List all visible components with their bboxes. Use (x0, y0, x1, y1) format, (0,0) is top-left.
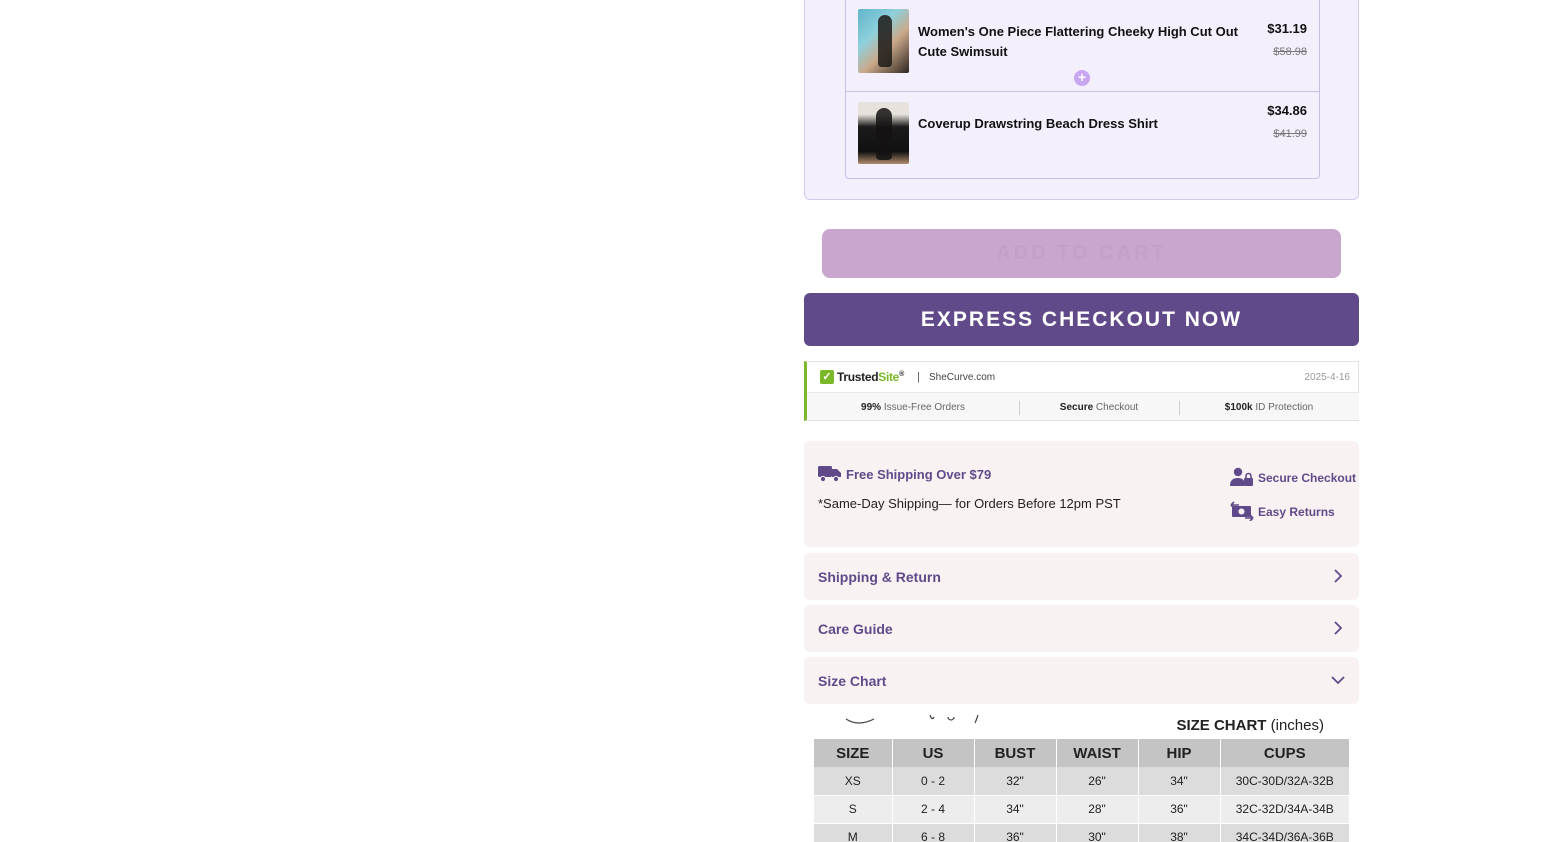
table-cell: 34" (1138, 767, 1221, 796)
trustedsite-header: ✓ TrustedSite® | SheCurve.com 2025-4-16 (807, 362, 1359, 393)
accordion-care-guide[interactable]: Care Guide (804, 605, 1359, 652)
column-header: US (892, 739, 975, 767)
express-checkout-button[interactable]: EXPRESS CHECKOUT NOW (804, 293, 1359, 346)
table-cell: 34C-34D/36A-36B (1220, 823, 1349, 842)
bundle-box: Women's One Piece Flattering Cheeky High… (804, 0, 1359, 200)
table-cell: 32C-32D/34A-34B (1220, 795, 1349, 824)
table-cell: 28" (1056, 795, 1139, 824)
easy-returns-label: Easy Returns (1258, 505, 1335, 519)
size-chart-heading: SIZE CHART (inches) (1176, 717, 1324, 734)
trustedsite-logo: TrustedSite® (837, 370, 904, 384)
table-row: M 6 - 8 36" 30" 38" 34C-34D/36A-36B (814, 823, 1349, 842)
accordion-label: Care Guide (818, 621, 893, 637)
accordion-shipping-return[interactable]: Shipping & Return (804, 553, 1359, 600)
table-cell: 30C-30D/32A-32B (1220, 767, 1349, 796)
chevron-right-icon (1334, 569, 1343, 583)
size-chart-image: SIZE CHART (inches) SIZE US BUST WAIST H… (804, 711, 1359, 842)
column-header: WAIST (1056, 739, 1139, 767)
trustedsite-date: 2025-4-16 (1304, 372, 1350, 383)
free-shipping-title: Free Shipping Over $79 (846, 467, 992, 482)
trustedsite-badges: 99% Issue-Free Orders Secure Checkout $1… (807, 393, 1359, 420)
table-header-row: SIZE US BUST WAIST HIP CUPS (814, 739, 1349, 767)
table-cell: 36" (1138, 795, 1221, 824)
accordion-size-chart[interactable]: Size Chart (804, 657, 1359, 704)
shipping-info-box: Free Shipping Over $79 *Same-Day Shippin… (804, 441, 1359, 547)
badge-secure-checkout: Secure Checkout (1019, 402, 1179, 413)
table-cell: 34" (974, 795, 1057, 824)
plus-icon: + (1072, 68, 1092, 88)
badge-strong: 99% (861, 402, 882, 413)
bundle-item-price: $31.19 (1267, 21, 1307, 36)
swimsuit-thumbnail[interactable] (858, 9, 909, 73)
table-cell: 32" (974, 767, 1057, 796)
table-cell: 0 - 2 (892, 767, 975, 796)
badge-issue-free: 99% Issue-Free Orders (807, 402, 1019, 413)
bundle-item-name[interactable]: Women's One Piece Flattering Cheeky High… (918, 22, 1238, 62)
chevron-right-icon (1334, 621, 1343, 635)
bundle-item-name[interactable]: Coverup Drawstring Beach Dress Shirt (918, 114, 1238, 134)
accordion-label: Size Chart (818, 673, 887, 689)
bundle-item-price: $34.86 (1267, 103, 1307, 118)
column-header: CUPS (1220, 739, 1349, 767)
truck-icon (818, 466, 841, 482)
bundle-list: Women's One Piece Flattering Cheeky High… (845, 0, 1320, 179)
dress-shirt-thumbnail[interactable] (858, 102, 909, 164)
separator: | (917, 371, 920, 383)
brand-script-decoration (845, 714, 979, 724)
bundle-item-old-price: $41.99 (1273, 128, 1307, 140)
column-header: HIP (1138, 739, 1221, 767)
table-cell: 26" (1056, 767, 1139, 796)
size-chart-title: SIZE CHART (1176, 717, 1267, 734)
table-cell: 36" (974, 823, 1057, 842)
badge-text: Checkout (1093, 402, 1139, 413)
table-cell: S (814, 795, 893, 824)
trustedsite-domain: SheCurve.com (929, 372, 996, 383)
badge-strong: Secure (1059, 402, 1094, 413)
chevron-down-icon (1331, 676, 1345, 685)
bundle-item[interactable]: Coverup Drawstring Beach Dress Shirt $34… (846, 92, 1319, 183)
column-header: SIZE (814, 739, 893, 767)
trustedsite-logo-mark: ® (899, 371, 904, 378)
table-cell: 30" (1056, 823, 1139, 842)
badge-strong: $100k (1224, 402, 1253, 413)
add-to-cart-button[interactable]: ADD TO CART (822, 229, 1341, 278)
trustedsite-logo-trusted: Trusted (837, 370, 879, 384)
column-header: BUST (974, 739, 1057, 767)
trustedsite-badge-bar[interactable]: ✓ TrustedSite® | SheCurve.com 2025-4-16 … (804, 361, 1359, 421)
badge-id-protection: $100k ID Protection (1179, 402, 1359, 413)
accordion-label: Shipping & Return (818, 569, 941, 585)
bundle-item-old-price: $58.98 (1273, 46, 1307, 58)
size-chart-table: SIZE US BUST WAIST HIP CUPS XS 0 - 2 32"… (814, 739, 1349, 842)
table-cell: 38" (1138, 823, 1221, 842)
table-row: S 2 - 4 34" 28" 36" 32C-32D/34A-34B (814, 795, 1349, 824)
table-cell: XS (814, 767, 893, 796)
badge-text: Issue-Free Orders (881, 402, 965, 413)
table-cell: M (814, 823, 893, 842)
user-lock-icon (1230, 467, 1253, 486)
money-return-icon (1230, 501, 1254, 521)
table-cell: 6 - 8 (892, 823, 975, 842)
table-row: XS 0 - 2 32" 26" 34" 30C-30D/32A-32B (814, 767, 1349, 796)
trustedsite-logo-site: Site (878, 370, 900, 384)
secure-checkout-label: Secure Checkout (1258, 471, 1357, 485)
badge-text: ID Protection (1252, 402, 1314, 413)
size-chart-unit: (inches) (1270, 717, 1324, 734)
table-cell: 2 - 4 (892, 795, 975, 824)
check-icon: ✓ (820, 370, 834, 384)
same-day-shipping-note: *Same-Day Shipping— for Orders Before 12… (818, 496, 1121, 511)
